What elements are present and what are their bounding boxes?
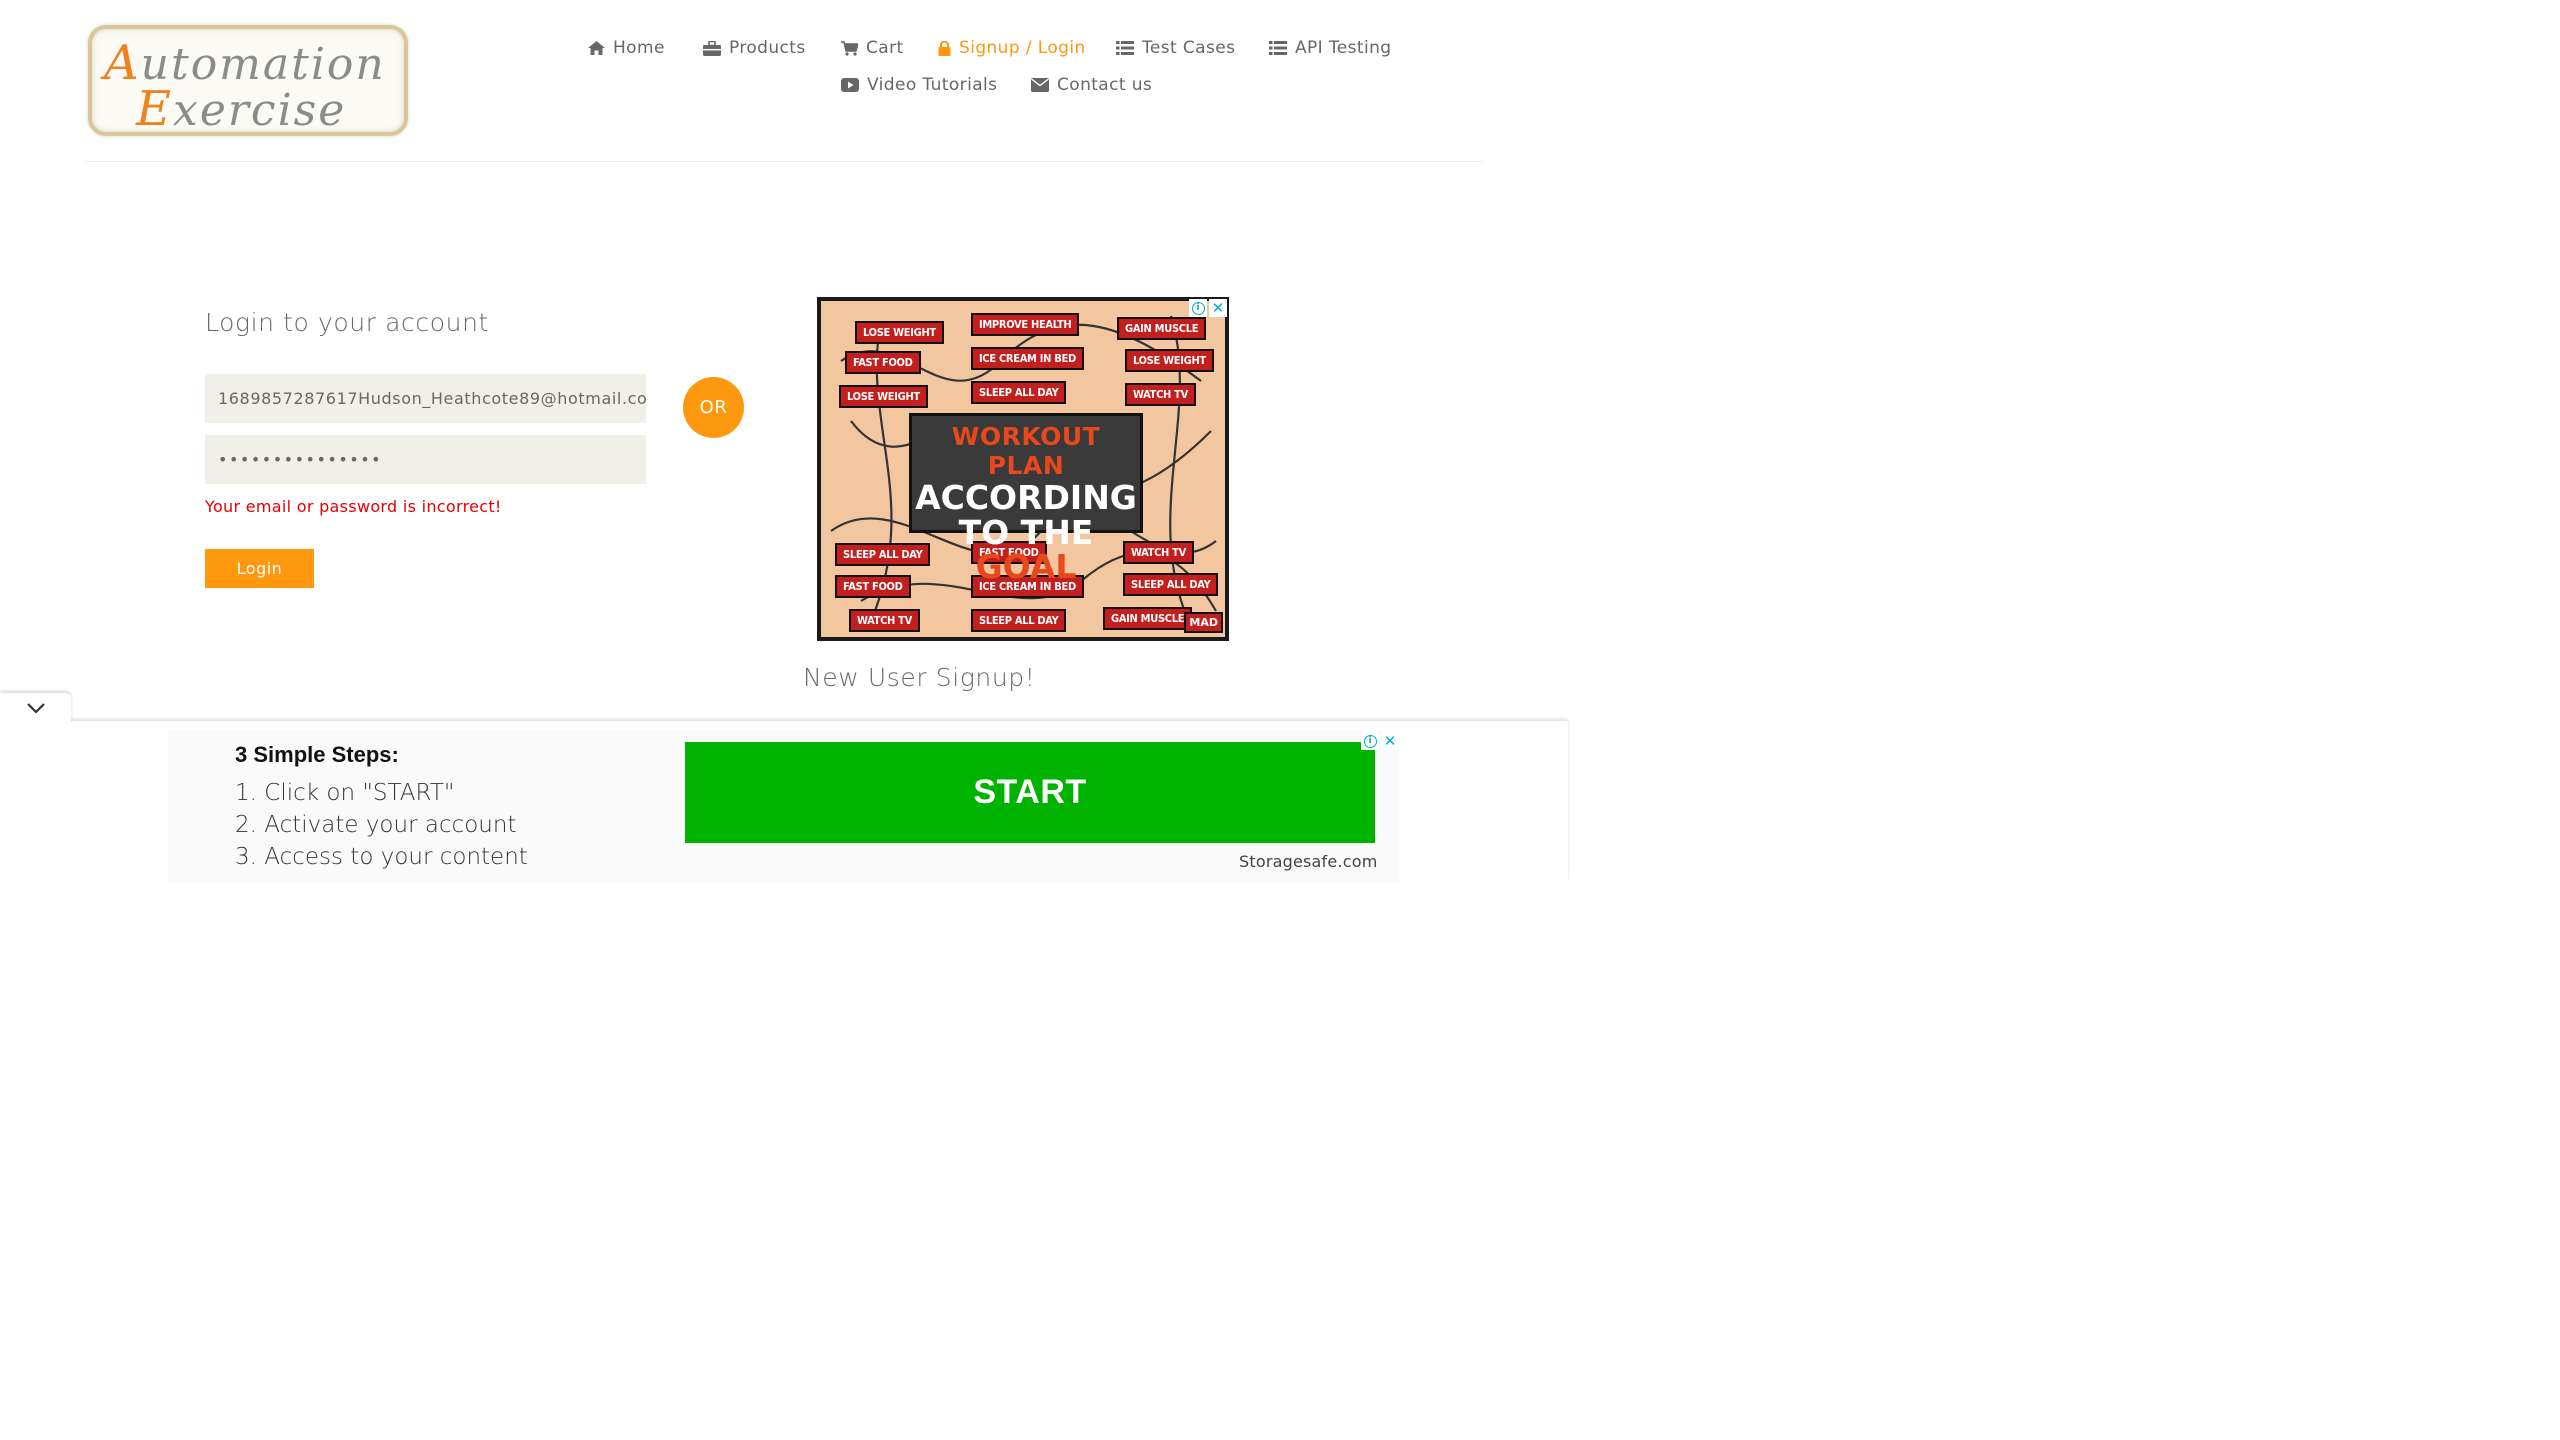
ad-tag: WATCH TV bbox=[849, 609, 920, 632]
lock-icon bbox=[938, 40, 951, 56]
nav-home[interactable]: Home bbox=[588, 38, 665, 58]
ad-tag: SLEEP ALL DAY bbox=[971, 609, 1067, 632]
site-logo[interactable]: Automation Exercise bbox=[88, 25, 408, 137]
adchoices-icon[interactable]: i bbox=[1189, 299, 1207, 317]
nav-api-testing[interactable]: API Testing bbox=[1269, 38, 1391, 58]
chevron-down-icon bbox=[26, 703, 45, 714]
ad-brand-logo: MAD bbox=[1184, 612, 1223, 633]
ad-headline-box: WORKOUT PLAN ACCORDING TO THE GOAL bbox=[909, 413, 1143, 584]
ad-headline-2: ACCORDING bbox=[915, 478, 1137, 517]
nav-signup-login[interactable]: Signup / Login bbox=[938, 38, 1086, 58]
nav-products[interactable]: Products bbox=[703, 38, 806, 58]
ad-tag: FAST FOOD bbox=[835, 575, 911, 598]
bottom-ad-step: 3. Access to your content bbox=[235, 844, 528, 870]
ad-tag: ICE CREAM IN BED bbox=[971, 347, 1084, 370]
bottom-ad-domain[interactable]: Storagesafe.com bbox=[1239, 852, 1377, 871]
ad-tag: IMPROVE HEALTH bbox=[971, 313, 1080, 336]
ad-headline-3: TO THE GOAL bbox=[958, 513, 1094, 586]
ad-tag: LOSE WEIGHT bbox=[839, 385, 928, 408]
ad-close-icon[interactable]: ✕ bbox=[1209, 299, 1227, 317]
ad-tag: WATCH TV bbox=[1125, 383, 1196, 406]
nav-cart-label: Cart bbox=[866, 38, 904, 58]
list-icon bbox=[1269, 41, 1287, 55]
ad-headline-1: WORKOUT PLAN bbox=[951, 422, 1101, 480]
cart-icon bbox=[841, 40, 858, 56]
bottom-ad-step: 1. Click on "START" bbox=[235, 780, 455, 806]
login-error-message: Your email or password is incorrect! bbox=[205, 497, 502, 516]
nav-contact-us-label: Contact us bbox=[1057, 75, 1153, 95]
workout-ad-image[interactable]: LOSE WEIGHT IMPROVE HEALTH GAIN MUSCLE F… bbox=[821, 301, 1225, 637]
login-password-input[interactable]: ••••••••••••••• bbox=[205, 435, 646, 484]
logo-line-2: Exercise bbox=[136, 81, 347, 137]
nav-video-tutorials[interactable]: Video Tutorials bbox=[841, 75, 997, 95]
workout-ad[interactable]: LOSE WEIGHT IMPROVE HEALTH GAIN MUSCLE F… bbox=[817, 297, 1229, 641]
ad-tag: GAIN MUSCLE bbox=[1103, 607, 1193, 630]
bottom-ad-step: 2. Activate your account bbox=[235, 812, 517, 838]
ad-tag: LOSE WEIGHT bbox=[1125, 349, 1214, 372]
ad-tag: LOSE WEIGHT bbox=[855, 321, 944, 344]
signup-title: New User Signup! bbox=[803, 663, 1036, 692]
nav-home-label: Home bbox=[613, 38, 665, 58]
envelope-icon bbox=[1031, 78, 1049, 92]
nav-test-cases-label: Test Cases bbox=[1142, 38, 1236, 58]
adchoices-icon[interactable]: i bbox=[1361, 732, 1379, 750]
nav-contact-us[interactable]: Contact us bbox=[1031, 75, 1152, 95]
sticky-ad-toggle[interactable] bbox=[0, 693, 71, 723]
ad-tag: GAIN MUSCLE bbox=[1117, 317, 1207, 340]
briefcase-icon bbox=[703, 40, 721, 56]
nav-test-cases[interactable]: Test Cases bbox=[1116, 38, 1235, 58]
ad-close-icon[interactable]: ✕ bbox=[1381, 732, 1399, 750]
list-icon bbox=[1116, 41, 1134, 55]
nav-products-label: Products bbox=[729, 38, 806, 58]
login-title: Login to your account bbox=[205, 308, 489, 337]
nav-cart[interactable]: Cart bbox=[841, 38, 904, 58]
ad-tag: FAST FOOD bbox=[845, 351, 921, 374]
nav-api-testing-label: API Testing bbox=[1295, 38, 1392, 58]
bottom-ad-start-button[interactable]: START bbox=[685, 742, 1375, 843]
nav-signup-login-label: Signup / Login bbox=[959, 38, 1086, 58]
login-email-input[interactable]: 1689857287617Hudson_Heathcote89@hotmail.… bbox=[205, 374, 646, 423]
ad-tag: SLEEP ALL DAY bbox=[971, 381, 1067, 404]
home-icon bbox=[588, 41, 605, 55]
nav-video-tutorials-label: Video Tutorials bbox=[867, 75, 998, 95]
bottom-ad-title: 3 Simple Steps: bbox=[235, 742, 399, 767]
youtube-play-icon bbox=[841, 78, 859, 92]
header-divider bbox=[85, 161, 1483, 162]
or-divider: OR bbox=[683, 377, 744, 438]
login-button[interactable]: Login bbox=[205, 549, 314, 588]
